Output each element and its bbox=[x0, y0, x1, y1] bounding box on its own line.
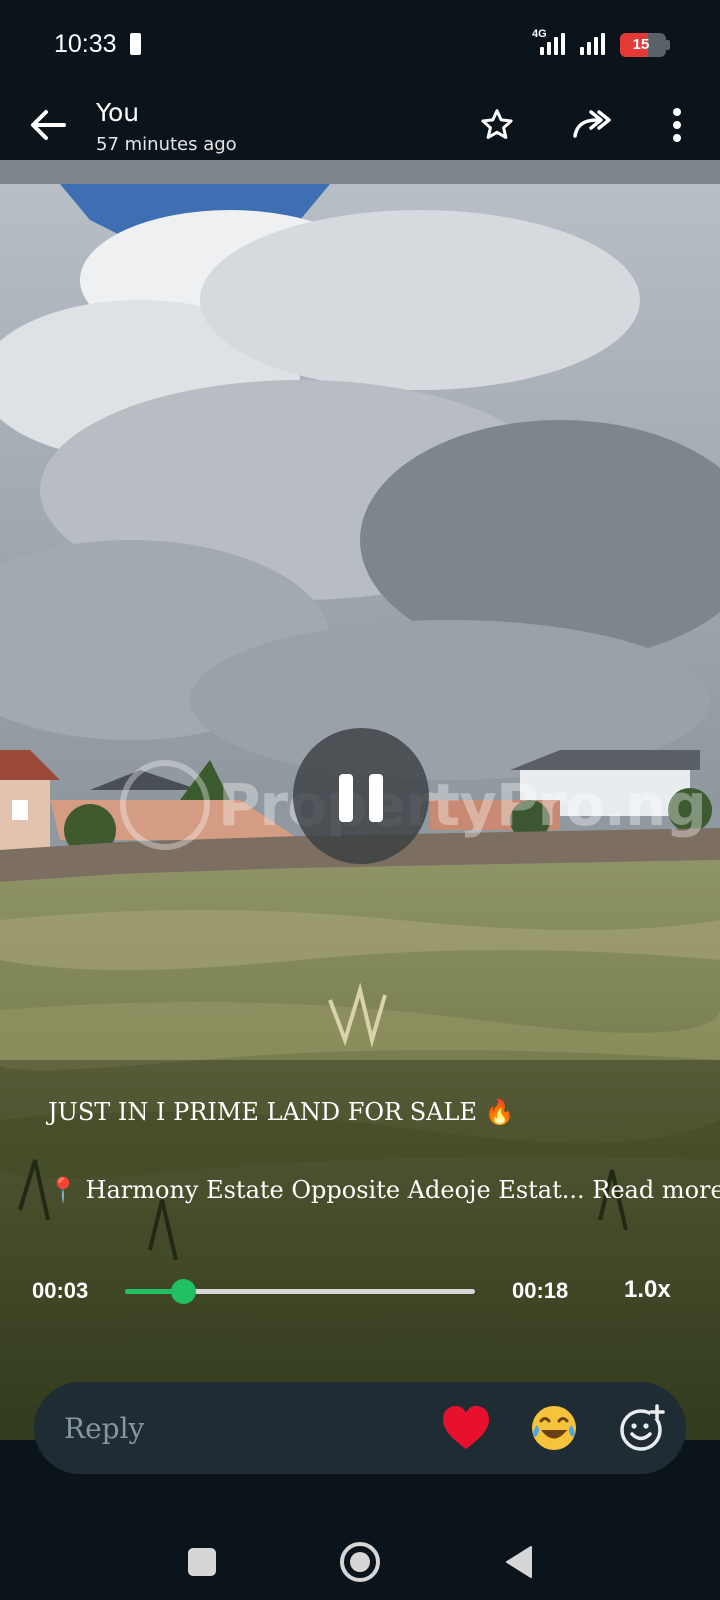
home-button[interactable] bbox=[330, 1532, 390, 1592]
status-bar: 10:33 4G 15 bbox=[0, 0, 720, 90]
fire-emoji: 🔥 bbox=[484, 1098, 515, 1126]
more-vert-icon bbox=[673, 108, 681, 142]
battery-icon: 15 bbox=[620, 33, 666, 57]
caption-location-text: Harmony Estate Opposite Adeoje Estat... bbox=[85, 1176, 585, 1204]
current-time: 00:03 bbox=[32, 1278, 89, 1303]
forward-button[interactable] bbox=[566, 102, 616, 148]
tears-of-joy-icon bbox=[532, 1406, 576, 1450]
seek-bar[interactable] bbox=[125, 1279, 475, 1304]
back-button[interactable] bbox=[22, 102, 74, 148]
watermark-logo-icon bbox=[120, 760, 210, 850]
add-reaction-icon bbox=[620, 1404, 665, 1451]
recents-square-icon bbox=[188, 1548, 216, 1576]
watermark-text: PropertyPro.ng bbox=[218, 771, 707, 839]
reply-input[interactable] bbox=[64, 1406, 394, 1450]
pause-icon bbox=[339, 774, 353, 822]
caption-title: JUST IN I PRIME LAND FOR SALE 🔥 bbox=[48, 1098, 515, 1126]
status-clock: 10:33 bbox=[54, 30, 117, 58]
recents-button[interactable] bbox=[172, 1532, 232, 1592]
battery-saver-icon bbox=[130, 33, 141, 55]
add-reaction-button[interactable] bbox=[614, 1400, 670, 1456]
pin-emoji: 📍 bbox=[48, 1176, 78, 1204]
post-timestamp: 57 minutes ago bbox=[96, 134, 237, 155]
heart-icon bbox=[443, 1406, 489, 1449]
home-circle-icon bbox=[340, 1542, 380, 1582]
back-triangle-icon bbox=[506, 1546, 532, 1578]
battery-level: 15 bbox=[632, 36, 650, 53]
reply-bar bbox=[34, 1382, 686, 1474]
total-time: 00:18 bbox=[512, 1278, 569, 1303]
laugh-reaction-button[interactable] bbox=[526, 1400, 582, 1456]
signal-icon bbox=[540, 33, 565, 55]
signal-icon bbox=[580, 33, 605, 55]
system-nav-bar bbox=[0, 1474, 720, 1600]
read-more-link[interactable]: Read more bbox=[592, 1176, 720, 1204]
pause-icon bbox=[369, 774, 383, 822]
pause-button[interactable] bbox=[293, 728, 429, 864]
more-options-button[interactable] bbox=[652, 102, 702, 148]
star-button[interactable] bbox=[472, 102, 522, 148]
caption-location: 📍 Harmony Estate Opposite Adeoje Estat..… bbox=[48, 1176, 720, 1204]
forward-icon bbox=[573, 110, 611, 138]
heart-reaction-button[interactable] bbox=[438, 1400, 494, 1456]
caption-title-text: JUST IN I PRIME LAND FOR SALE bbox=[48, 1098, 477, 1126]
seek-thumb[interactable] bbox=[170, 1279, 196, 1304]
system-back-button[interactable] bbox=[488, 1532, 548, 1592]
battery-tip bbox=[666, 40, 670, 50]
status-viewer-header: You 57 minutes ago bbox=[0, 90, 720, 160]
star-icon bbox=[481, 109, 513, 139]
back-arrow-icon bbox=[31, 110, 66, 140]
playback-speed-button[interactable]: 1.0x bbox=[624, 1276, 671, 1304]
poster-name: You bbox=[96, 98, 140, 127]
